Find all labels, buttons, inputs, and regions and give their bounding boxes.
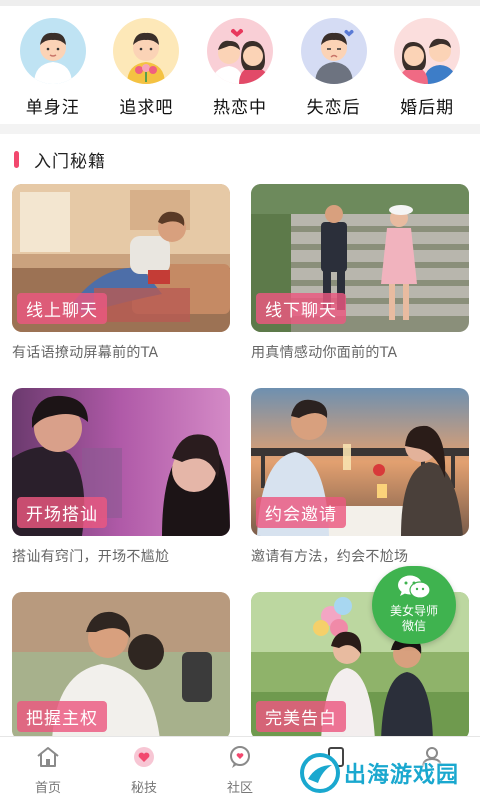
category-married[interactable]: 婚后期 [383,6,471,124]
card-description: 搭讪有窍门，开场不尴尬 [12,549,170,565]
card-description: 有话语撩动屏幕前的TA [12,345,159,361]
card-image: 线上聊天 [12,184,230,332]
card-description: 用真情感动你面前的TA [251,345,398,361]
section-header: 入门秘籍 [0,142,480,176]
category-label: 单身汪 [25,98,80,118]
category-label: 热恋中 [212,98,267,118]
section-title: 入门秘籍 [34,151,106,172]
category-pursuit[interactable]: 追求吧 [102,6,190,124]
card-tag: 线下聊天 [256,293,346,324]
card-image: 开场搭讪 [12,388,230,536]
category-label: 追求吧 [119,98,174,118]
category-in-love[interactable]: 热恋中 [196,6,284,124]
card-opening-pickup[interactable]: 开场搭讪 搭讪有窍门，开场不尴尬 [12,388,230,566]
married-couple-avatar-icon [394,18,461,84]
category-heartbroken[interactable]: 失恋后 [290,6,378,124]
category-label: 失恋后 [306,98,361,118]
card-date-invitation[interactable]: 约会邀请 邀请有方法，约会不尬场 [251,388,469,566]
heart-tips-icon [131,745,157,773]
nav-label: 首页 [34,781,61,796]
wechat-label-line1: 美女导师 [389,604,438,618]
card-offline-chat[interactable]: 线下聊天 用真情感动你面前的TA [251,184,469,362]
card-image: 把握主权 [12,592,230,740]
community-chat-icon [227,745,253,773]
nav-item-home[interactable]: 首页 [0,737,96,800]
wechat-mentor-button[interactable]: 美女导师 微信 [372,566,456,644]
nav-item-community[interactable]: 社区 [192,737,288,800]
nav-label: 秘技 [130,781,157,796]
card-tag: 约会邀请 [256,497,346,528]
category-single[interactable]: 单身汪 [9,6,97,124]
card-image: 约会邀请 [251,388,469,536]
app-screen: 单身汪 追求吧 热恋中 失恋后 婚后期 入门秘籍 线上聊天 有话语撩动屏幕前的T… [0,0,480,800]
watermark-logo-icon [300,753,340,793]
category-label: 婚后期 [400,98,455,118]
card-tag: 把握主权 [17,701,107,732]
section-divider [0,124,480,134]
category-row: 单身汪 追求吧 热恋中 失恋后 婚后期 [0,6,480,124]
watermark-text: 出海游戏园 [344,763,460,788]
single-person-avatar-icon [19,18,86,84]
nav-label: 社区 [226,781,253,796]
pursuit-avatar-icon [113,18,180,84]
card-tag: 开场搭讪 [17,497,107,528]
section-accent-bar [14,150,19,168]
card-description: 邀请有方法，约会不尬场 [251,549,409,565]
couple-in-love-avatar-icon [206,18,273,84]
card-tag: 完美告白 [256,701,346,732]
card-online-chat[interactable]: 线上聊天 有话语撩动屏幕前的TA [12,184,230,362]
nav-item-tips[interactable]: 秘技 [96,737,192,800]
wechat-icon [397,574,431,604]
heartbroken-avatar-icon [300,18,367,84]
card-tag: 线上聊天 [17,293,107,324]
card-image: 线下聊天 [251,184,469,332]
wechat-label-line2: 微信 [401,619,426,633]
watermark: 出海游戏园 [300,750,470,796]
card-take-control[interactable]: 把握主权 [12,592,230,740]
home-icon [35,745,61,773]
